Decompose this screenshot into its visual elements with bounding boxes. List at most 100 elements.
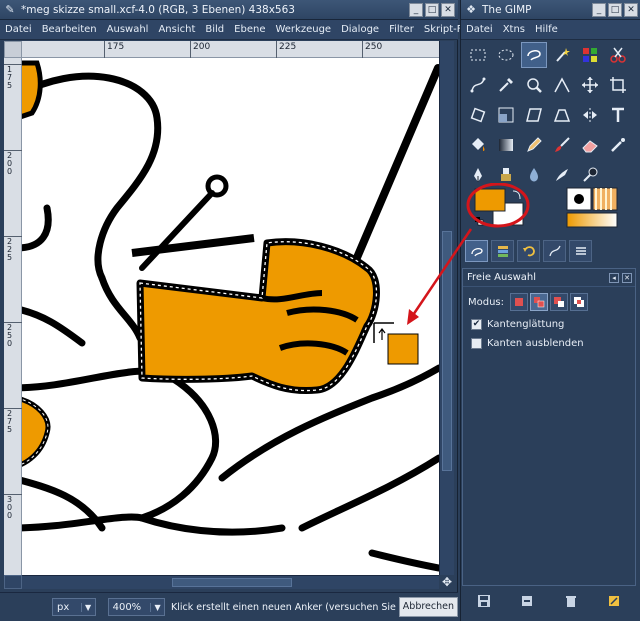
horizontal-scrollbar-thumb[interactable] — [172, 578, 292, 587]
scissors-icon[interactable] — [605, 42, 631, 68]
dock-tabs — [465, 240, 637, 264]
ellipse-select-icon[interactable] — [493, 42, 519, 68]
toolbox-close-button[interactable]: ✕ — [624, 2, 638, 17]
menu-filter[interactable]: Filter — [384, 24, 419, 35]
layers-icon — [497, 246, 508, 257]
paths-icon[interactable] — [465, 72, 491, 98]
blend-icon[interactable] — [493, 132, 519, 158]
menu-bild[interactable]: Bild — [200, 24, 229, 35]
mode-add-button[interactable] — [530, 293, 549, 311]
navigate-icon[interactable]: ✥ — [439, 575, 455, 589]
mode-replace-button[interactable] — [510, 293, 529, 311]
paintbrush-icon[interactable] — [549, 132, 575, 158]
tab-layers[interactable] — [491, 240, 514, 262]
menu-ebene[interactable]: Ebene — [229, 24, 270, 35]
measure-icon[interactable] — [549, 72, 575, 98]
save-options-button[interactable] — [473, 591, 495, 611]
toolbox-minimize-button[interactable]: _ — [592, 2, 606, 17]
tab-channels[interactable] — [569, 240, 592, 262]
toolbox-menu-datei[interactable]: Datei — [461, 24, 498, 35]
feather-checkbox[interactable] — [471, 338, 482, 349]
ruler-label: 250 — [365, 42, 383, 52]
maximize-button[interactable]: □ — [425, 2, 439, 17]
zoom-icon[interactable] — [521, 72, 547, 98]
vertical-ruler[interactable]: 175 200 225 250 275 300 — [4, 58, 22, 575]
trash-icon — [565, 596, 576, 607]
swap-colors-icon — [512, 190, 521, 200]
move-icon[interactable] — [577, 72, 603, 98]
channels-icon — [575, 247, 586, 255]
chevron-down-icon: ▼ — [80, 602, 95, 612]
status-bar: px ▼ 400% ▼ Klick erstellt einen neuen A… — [0, 592, 459, 621]
tool-options-header: Freie Auswahl ◂ ✕ — [463, 269, 635, 287]
tool-options-buttons — [462, 588, 636, 614]
toolbox-maximize-button[interactable]: □ — [608, 2, 622, 17]
toolbox-menu-hilfe[interactable]: Hilfe — [530, 24, 563, 35]
ruler-corner-menu-button[interactable] — [4, 41, 22, 58]
antialias-label: Kantenglättung — [487, 319, 565, 330]
gimp-window-icon: ✎ — [5, 3, 15, 16]
toolbox-menu-xtns[interactable]: Xtns — [498, 24, 530, 35]
sketch-drawing — [22, 60, 439, 572]
menu-auswahl[interactable]: Auswahl — [102, 24, 154, 35]
menu-bearbeiten[interactable]: Bearbeiten — [37, 24, 102, 35]
image-window-title: *meg skizze small.xcf-4.0 (RGB, 3 Ebenen… — [21, 3, 295, 16]
status-message: Klick erstellt einen neuen Anker (versuc… — [171, 601, 399, 613]
zoom-combo[interactable]: 400% ▼ — [107, 598, 166, 616]
feather-label: Kanten ausblenden — [487, 338, 584, 349]
bucket-fill-icon[interactable] — [465, 132, 491, 158]
shear-icon[interactable] — [521, 102, 547, 128]
flip-icon[interactable] — [577, 102, 603, 128]
feather-row[interactable]: Kanten ausblenden — [463, 330, 635, 349]
quick-mask-toggle[interactable] — [4, 575, 22, 589]
mode-intersect-button[interactable] — [570, 293, 589, 311]
perspective-icon[interactable] — [549, 102, 575, 128]
horizontal-ruler[interactable]: 175 200 225 250 — [22, 41, 439, 58]
horizontal-scrollbar[interactable] — [22, 575, 439, 589]
mode-add-icon — [534, 297, 545, 308]
panel-menu-icon[interactable]: ◂ — [609, 272, 619, 283]
tab-tool-options[interactable] — [465, 240, 488, 262]
image-canvas[interactable] — [22, 58, 439, 575]
ruler-label: 175 — [6, 65, 13, 90]
mode-replace-icon — [515, 298, 524, 306]
fuzzy-select-icon[interactable] — [549, 42, 575, 68]
zoom-value: 400% — [112, 601, 142, 613]
rect-select-icon[interactable] — [465, 42, 491, 68]
tab-paths[interactable] — [543, 240, 566, 262]
toolbox-title: The GIMP — [482, 3, 532, 16]
minimize-button[interactable]: _ — [409, 2, 423, 17]
scale-icon[interactable] — [493, 102, 519, 128]
menu-werkzeuge[interactable]: Werkzeuge — [270, 24, 336, 35]
crop-icon[interactable] — [605, 72, 631, 98]
cancel-button[interactable]: Abbrechen — [398, 597, 459, 617]
close-button[interactable]: ✕ — [441, 2, 455, 17]
select-by-color-icon[interactable] — [577, 42, 603, 68]
restore-options-button[interactable] — [516, 591, 538, 611]
gimp-wilber-icon: ❖ — [466, 3, 476, 16]
image-window-titlebar[interactable]: ✎ *meg skizze small.xcf-4.0 (RGB, 3 Eben… — [0, 0, 458, 20]
pencil-icon[interactable] — [521, 132, 547, 158]
menu-ansicht[interactable]: Ansicht — [153, 24, 200, 35]
airbrush-icon[interactable] — [605, 132, 631, 158]
free-select-icon[interactable] — [521, 42, 547, 68]
menu-dialoge[interactable]: Dialoge — [336, 24, 384, 35]
ruler-tick — [190, 41, 191, 58]
delete-options-button[interactable] — [560, 591, 582, 611]
mode-subtract-button[interactable] — [550, 293, 569, 311]
panel-close-icon[interactable]: ✕ — [622, 272, 632, 283]
antialias-row[interactable]: ✔ Kantenglättung — [463, 311, 635, 330]
eraser-icon[interactable] — [577, 132, 603, 158]
tab-undo-history[interactable] — [517, 240, 540, 262]
menu-datei[interactable]: Datei — [0, 24, 37, 35]
color-picker-icon[interactable] — [493, 72, 519, 98]
antialias-checkbox[interactable]: ✔ — [471, 319, 482, 330]
toolbox-titlebar[interactable]: ❖ The GIMP _ □ ✕ — [461, 0, 640, 20]
unit-combo[interactable]: px ▼ — [52, 598, 96, 616]
rotate-icon[interactable] — [465, 102, 491, 128]
gradient-indicator-icon — [566, 212, 618, 228]
reset-options-button[interactable] — [603, 591, 625, 611]
text-icon[interactable] — [605, 102, 631, 128]
tool-grid — [465, 42, 637, 192]
tool-options-title: Freie Auswahl — [467, 272, 536, 283]
